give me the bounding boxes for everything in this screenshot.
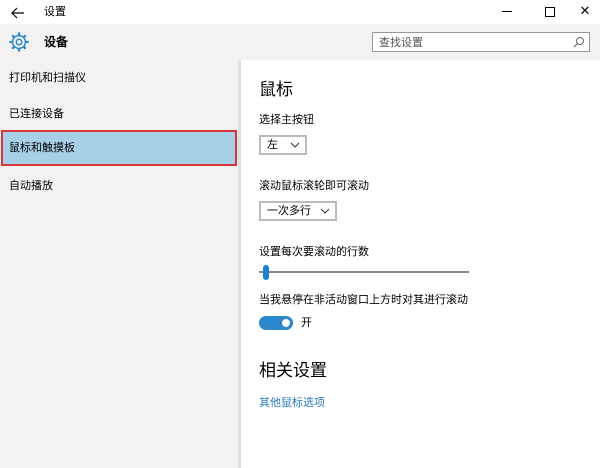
other-mouse-options-link[interactable]: 其他鼠标选项 [259, 396, 325, 410]
maximize-icon [545, 6, 555, 17]
scroll-mode-label: 滚动鼠标滚轮即可滚动 [259, 179, 369, 192]
sidebar-item-label: 自动播放 [9, 179, 53, 192]
sidebar-item-label: 鼠标和触摸板 [9, 141, 75, 154]
lines-slider-track[interactable] [259, 271, 469, 273]
page-title: 设备 [44, 35, 69, 49]
section-heading-mouse: 鼠标 [259, 80, 293, 100]
window-title: 设置 [44, 5, 66, 18]
inactive-scroll-label: 当我悬停在非活动窗口上方时对其进行滚动 [259, 293, 468, 306]
close-button[interactable]: ✕ [562, 0, 600, 24]
lines-to-scroll-label: 设置每次要滚动的行数 [259, 245, 369, 258]
search-input[interactable] [379, 34, 569, 50]
sidebar-item-mouse-touchpad[interactable]: 鼠标和触摸板 [1, 130, 237, 166]
gear-icon [9, 32, 29, 52]
scroll-mode-dropdown[interactable]: 一次多行 [259, 201, 337, 221]
search-box[interactable] [372, 32, 590, 52]
minimize-button[interactable] [484, 0, 530, 24]
sidebar-item-printers-scanners[interactable]: 打印机和扫描仪 [0, 60, 240, 96]
lines-slider-thumb[interactable] [263, 265, 270, 280]
search-icon[interactable] [573, 36, 585, 48]
main-content: 鼠标 选择主按钮 左 滚动鼠标滚轮即可滚动 一次多行 设置每次要滚动的行数 当我… [241, 60, 600, 468]
sidebar: 打印机和扫描仪 已连接设备 鼠标和触摸板 自动播放 [0, 60, 240, 468]
sidebar-item-label: 已连接设备 [9, 107, 64, 120]
inactive-scroll-toggle[interactable] [259, 316, 293, 330]
back-arrow-icon[interactable] [8, 2, 28, 22]
primary-button-dropdown[interactable]: 左 [259, 135, 307, 155]
close-icon: ✕ [579, 4, 591, 19]
dropdown-value: 一次多行 [267, 204, 311, 217]
sidebar-item-label: 打印机和扫描仪 [9, 71, 86, 84]
dropdown-value: 左 [267, 138, 278, 151]
chevron-down-icon [320, 208, 330, 214]
toggle-state-label: 开 [301, 316, 312, 329]
related-settings-heading: 相关设置 [259, 361, 327, 381]
sidebar-item-autoplay[interactable]: 自动播放 [0, 168, 240, 204]
minimize-icon [502, 11, 512, 12]
primary-button-label: 选择主按钮 [259, 113, 314, 126]
toggle-knob [282, 319, 290, 327]
chevron-down-icon [290, 142, 300, 148]
title-bar: 设置 ✕ [0, 0, 600, 24]
sidebar-item-connected-devices[interactable]: 已连接设备 [0, 96, 240, 132]
